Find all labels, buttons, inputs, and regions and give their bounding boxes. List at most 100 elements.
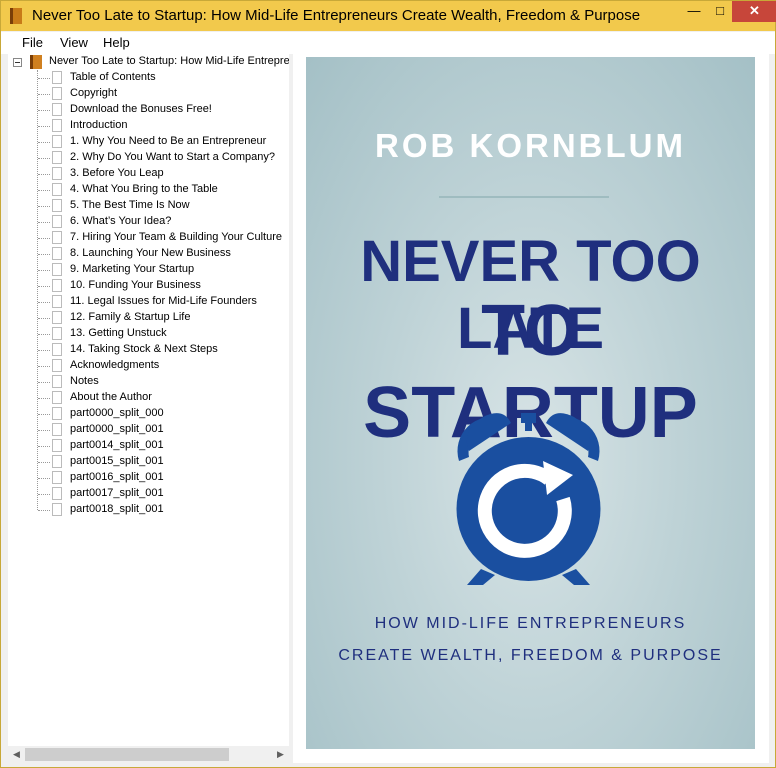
page-icon (52, 375, 62, 388)
minimize-button[interactable]: — (681, 1, 707, 22)
tree-item[interactable]: Acknowledgments (8, 358, 289, 374)
page-icon (52, 167, 62, 180)
tree-item[interactable]: 10. Funding Your Business (8, 278, 289, 294)
page-icon (52, 407, 62, 420)
tree-connector-line (38, 318, 50, 319)
tree-item[interactable]: 2. Why Do You Want to Start a Company? (8, 150, 289, 166)
tree-item[interactable]: 9. Marketing Your Startup (8, 262, 289, 278)
page-icon (52, 359, 62, 372)
page-icon (52, 247, 62, 260)
cover-author: ROB KORNBLUM (375, 127, 686, 164)
tree-item[interactable]: 1. Why You Need to Be an Entrepreneur (8, 134, 289, 150)
close-button[interactable]: ✕ (732, 1, 776, 22)
tree-connector-line (38, 142, 50, 143)
tree-item-label: part0016_split_001 (70, 471, 164, 483)
tree-root-node[interactable]: Never Too Late to Startup: How Mid-Life … (8, 54, 289, 70)
tree-connector-line (38, 430, 50, 431)
tree-item[interactable]: 11. Legal Issues for Mid-Life Founders (8, 294, 289, 310)
tree-item[interactable]: Introduction (8, 118, 289, 134)
tree-connector-line (38, 78, 50, 79)
page-icon (52, 487, 62, 500)
cover-divider (439, 196, 609, 198)
page-icon (52, 183, 62, 196)
page-icon (52, 279, 62, 292)
tree-connector-line (38, 222, 50, 223)
tree-item-label: 6. What’s Your Idea? (70, 215, 172, 227)
tree-item[interactable]: part0016_split_001 (8, 470, 289, 486)
scroll-left-icon[interactable]: ◀ (8, 746, 25, 763)
tree-item[interactable]: 12. Family & Startup Life (8, 310, 289, 326)
tree-connector-line (38, 94, 50, 95)
page-icon (52, 71, 62, 84)
tree-item[interactable]: 4. What You Bring to the Table (8, 182, 289, 198)
tree-item-label: Acknowledgments (70, 359, 160, 371)
maximize-button[interactable]: □ (707, 1, 733, 22)
page-icon (52, 423, 62, 436)
tree-item-label: 13. Getting Unstuck (70, 327, 167, 339)
tree-item[interactable]: part0015_split_001 (8, 454, 289, 470)
tree-connector-line (38, 110, 50, 111)
window-title: Never Too Late to Startup: How Mid-Life … (32, 7, 641, 24)
page-icon (52, 119, 62, 132)
horizontal-scrollbar[interactable]: ◀ ▶ (8, 746, 289, 763)
tree-item-label: Introduction (70, 119, 128, 131)
alarm-clock-icon (456, 413, 601, 585)
book-cover: ROB KORNBLUM NEVER TOO LATE TO STARTUP (306, 57, 755, 749)
tree-item-label: 11. Legal Issues for Mid-Life Founders (70, 295, 257, 307)
title-bar[interactable]: Never Too Late to Startup: How Mid-Life … (1, 1, 776, 31)
tree-connector-line (38, 366, 50, 367)
tree-connector-line (38, 270, 50, 271)
tree-item-label: part0000_split_000 (70, 407, 164, 419)
page-icon (52, 103, 62, 116)
tree-connector-line (38, 414, 50, 415)
tree-connector-line (38, 382, 50, 383)
tree-connector-line (38, 350, 50, 351)
tree-item[interactable]: Notes (8, 374, 289, 390)
toc-tree[interactable]: Never Too Late to Startup: How Mid-Life … (8, 54, 289, 763)
tree-connector-line (38, 238, 50, 239)
tree-item[interactable]: part0000_split_001 (8, 422, 289, 438)
collapse-toggle-icon[interactable] (13, 58, 22, 67)
tree-item[interactable]: part0014_split_001 (8, 438, 289, 454)
book-icon (30, 55, 42, 69)
page-icon (52, 439, 62, 452)
tree-item[interactable]: 3. Before You Leap (8, 166, 289, 182)
tree-item-label: part0017_split_001 (70, 487, 164, 499)
page-icon (52, 263, 62, 276)
page-icon (52, 343, 62, 356)
page-icon (52, 391, 62, 404)
tree-item-label: Table of Contents (70, 71, 156, 83)
page-icon (52, 199, 62, 212)
tree-connector-line (38, 126, 50, 127)
tree-item[interactable]: 8. Launching Your New Business (8, 246, 289, 262)
tree-item[interactable]: 13. Getting Unstuck (8, 326, 289, 342)
tree-item[interactable]: About the Author (8, 390, 289, 406)
page-icon (52, 151, 62, 164)
tree-root-label: Never Too Late to Startup: How Mid-Life … (49, 55, 289, 67)
tree-connector-line (38, 190, 50, 191)
tree-item[interactable]: 6. What’s Your Idea? (8, 214, 289, 230)
menu-view[interactable]: View (60, 35, 88, 50)
tree-connector-line (38, 510, 50, 511)
tree-item[interactable]: 5. The Best Time Is Now (8, 198, 289, 214)
tree-connector-line (38, 494, 50, 495)
tree-item[interactable]: 7. Hiring Your Team & Building Your Cult… (8, 230, 289, 246)
tree-item-label: 10. Funding Your Business (70, 279, 201, 291)
scroll-right-icon[interactable]: ▶ (272, 746, 289, 763)
tree-connector-line (38, 446, 50, 447)
tree-item[interactable]: part0000_split_000 (8, 406, 289, 422)
scrollbar-thumb[interactable] (25, 748, 229, 761)
tree-item[interactable]: 14. Taking Stock & Next Steps (8, 342, 289, 358)
menu-help[interactable]: Help (103, 35, 130, 50)
cover-subtitle-line1: HOW MID-LIFE ENTREPRENEURS (374, 615, 687, 632)
tree-item[interactable]: part0017_split_001 (8, 486, 289, 502)
page-icon (52, 295, 62, 308)
tree-item[interactable]: part0018_split_001 (8, 502, 289, 518)
menu-file[interactable]: File (22, 35, 43, 50)
tree-item[interactable]: Table of Contents (8, 70, 289, 86)
tree-item-label: part0018_split_001 (70, 503, 164, 515)
tree-item[interactable]: Download the Bonuses Free! (8, 102, 289, 118)
tree-item-label: 5. The Best Time Is Now (70, 199, 190, 211)
tree-item-label: 8. Launching Your New Business (70, 247, 231, 259)
tree-item[interactable]: Copyright (8, 86, 289, 102)
